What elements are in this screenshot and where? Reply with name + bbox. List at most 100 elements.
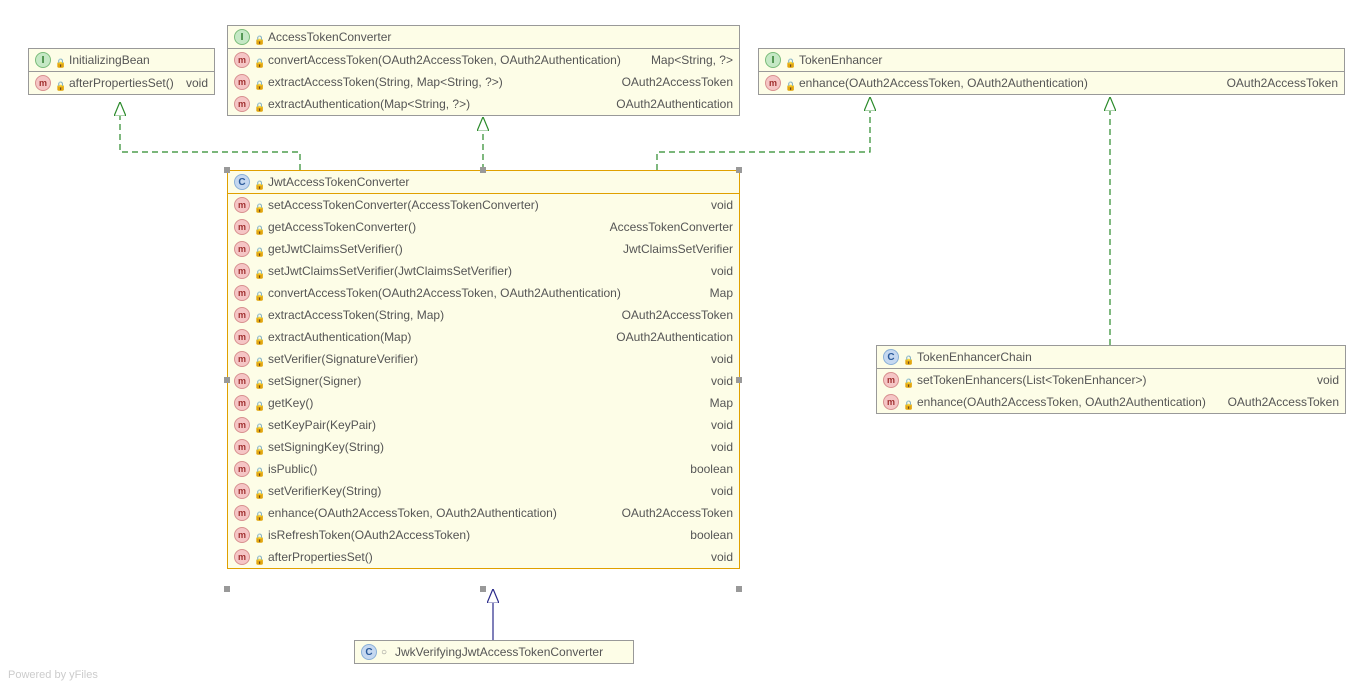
footer-text: Powered by yFiles [8,669,98,681]
lock-icon [254,398,264,408]
method-icon: m [234,307,250,323]
method-icon: m [234,395,250,411]
interface-icon: I [234,29,250,45]
method-icon: m [234,351,250,367]
method-row: msetSigningKey(String)void [228,436,739,458]
lock-icon [254,55,264,65]
lock-icon [254,552,264,562]
class-icon: C [234,174,250,190]
lock-icon [254,288,264,298]
class-box-token-enhancer-chain[interactable]: CTokenEnhancerChain msetTokenEnhancers(L… [876,345,1346,414]
lock-icon [254,442,264,452]
method-row: mextractAuthentication(Map<String, ?>)OA… [228,93,739,115]
class-title: TokenEnhancer [799,53,882,67]
class-box-jwt-access-token-converter[interactable]: C JwtAccessTokenConverter msetAccessToken… [227,170,740,569]
lock-icon [254,310,264,320]
class-title: JwtAccessTokenConverter [268,175,409,189]
lock-icon [254,332,264,342]
method-row: misRefreshToken(OAuth2AccessToken)boolea… [228,524,739,546]
method-icon: m [234,461,250,477]
lock-icon [903,397,913,407]
lock-icon [785,78,795,88]
method-row: mextractAccessToken(String, Map)OAuth2Ac… [228,304,739,326]
method-icon: m [234,96,250,112]
lock-icon [785,55,795,65]
selection-handle[interactable] [224,167,230,173]
lock-icon [254,464,264,474]
method-row: mconvertAccessToken(OAuth2AccessToken, O… [228,282,739,304]
method-row: msetAccessTokenConverter(AccessTokenConv… [228,194,739,216]
method-row: mafterPropertiesSet()void [228,546,739,568]
lock-icon [254,420,264,430]
method-icon: m [234,417,250,433]
class-icon: C [361,644,377,660]
package-icon: ○ [381,647,391,658]
method-row: mconvertAccessToken(OAuth2AccessToken, O… [228,49,739,71]
method-row: mgetAccessTokenConverter()AccessTokenCon… [228,216,739,238]
selection-handle[interactable] [480,167,486,173]
selection-handle[interactable] [736,586,742,592]
interface-icon: I [765,52,781,68]
lock-icon [254,177,264,187]
method-icon: m [765,75,781,91]
method-icon: m [234,263,250,279]
class-title: JwkVerifyingJwtAccessTokenConverter [395,645,603,659]
method-row: menhance(OAuth2AccessToken, OAuth2Authen… [228,502,739,524]
class-box-token-enhancer[interactable]: I TokenEnhancer menhance(OAuth2AccessToke… [758,48,1345,95]
method-row: menhance(OAuth2AccessToken, OAuth2Authen… [877,391,1345,413]
lock-icon [254,266,264,276]
method-icon: m [883,394,899,410]
method-row: msetVerifier(SignatureVerifier)void [228,348,739,370]
class-title: InitializingBean [69,53,150,67]
method-icon: m [883,372,899,388]
lock-icon [254,222,264,232]
class-icon: C [883,349,899,365]
class-box-jwk-verifying[interactable]: C ○ JwkVerifyingJwtAccessTokenConverter [354,640,634,664]
method-row: mextractAccessToken(String, Map<String, … [228,71,739,93]
lock-icon [254,244,264,254]
class-title: AccessTokenConverter [268,30,391,44]
class-box-initializing-bean[interactable]: IInitializingBean mafterPropertiesSet()v… [28,48,215,95]
selection-handle[interactable] [736,377,742,383]
method-row: mafterPropertiesSet()void [29,72,214,94]
method-row: msetTokenEnhancers(List<TokenEnhancer>)v… [877,369,1345,391]
lock-icon [55,78,65,88]
method-row: misPublic()boolean [228,458,739,480]
lock-icon [254,508,264,518]
method-row: mgetKey()Map [228,392,739,414]
method-icon: m [234,373,250,389]
method-row: mgetJwtClaimsSetVerifier()JwtClaimsSetVe… [228,238,739,260]
method-row: msetJwtClaimsSetVerifier(JwtClaimsSetVer… [228,260,739,282]
lock-icon [254,32,264,42]
method-icon: m [234,527,250,543]
method-icon: m [234,52,250,68]
lock-icon [254,486,264,496]
lock-icon [254,99,264,109]
method-row: mextractAuthentication(Map)OAuth2Authent… [228,326,739,348]
method-icon: m [234,241,250,257]
lock-icon [254,376,264,386]
method-icon: m [234,285,250,301]
lock-icon [254,200,264,210]
method-icon: m [234,483,250,499]
method-icon: m [234,439,250,455]
class-box-access-token-converter[interactable]: I AccessTokenConverter mconvertAccessToke… [227,25,740,116]
selection-handle[interactable] [480,586,486,592]
selection-handle[interactable] [224,377,230,383]
method-icon: m [234,219,250,235]
method-icon: m [234,549,250,565]
method-row: msetVerifierKey(String)void [228,480,739,502]
method-row: menhance(OAuth2AccessToken, OAuth2Authen… [759,72,1344,94]
method-icon: m [35,75,51,91]
lock-icon [903,375,913,385]
selection-handle[interactable] [736,167,742,173]
method-row: msetSigner(Signer)void [228,370,739,392]
method-icon: m [234,505,250,521]
method-row: msetKeyPair(KeyPair)void [228,414,739,436]
lock-icon [903,352,913,362]
method-icon: m [234,197,250,213]
lock-icon [254,530,264,540]
lock-icon [254,354,264,364]
selection-handle[interactable] [224,586,230,592]
lock-icon [55,55,65,65]
